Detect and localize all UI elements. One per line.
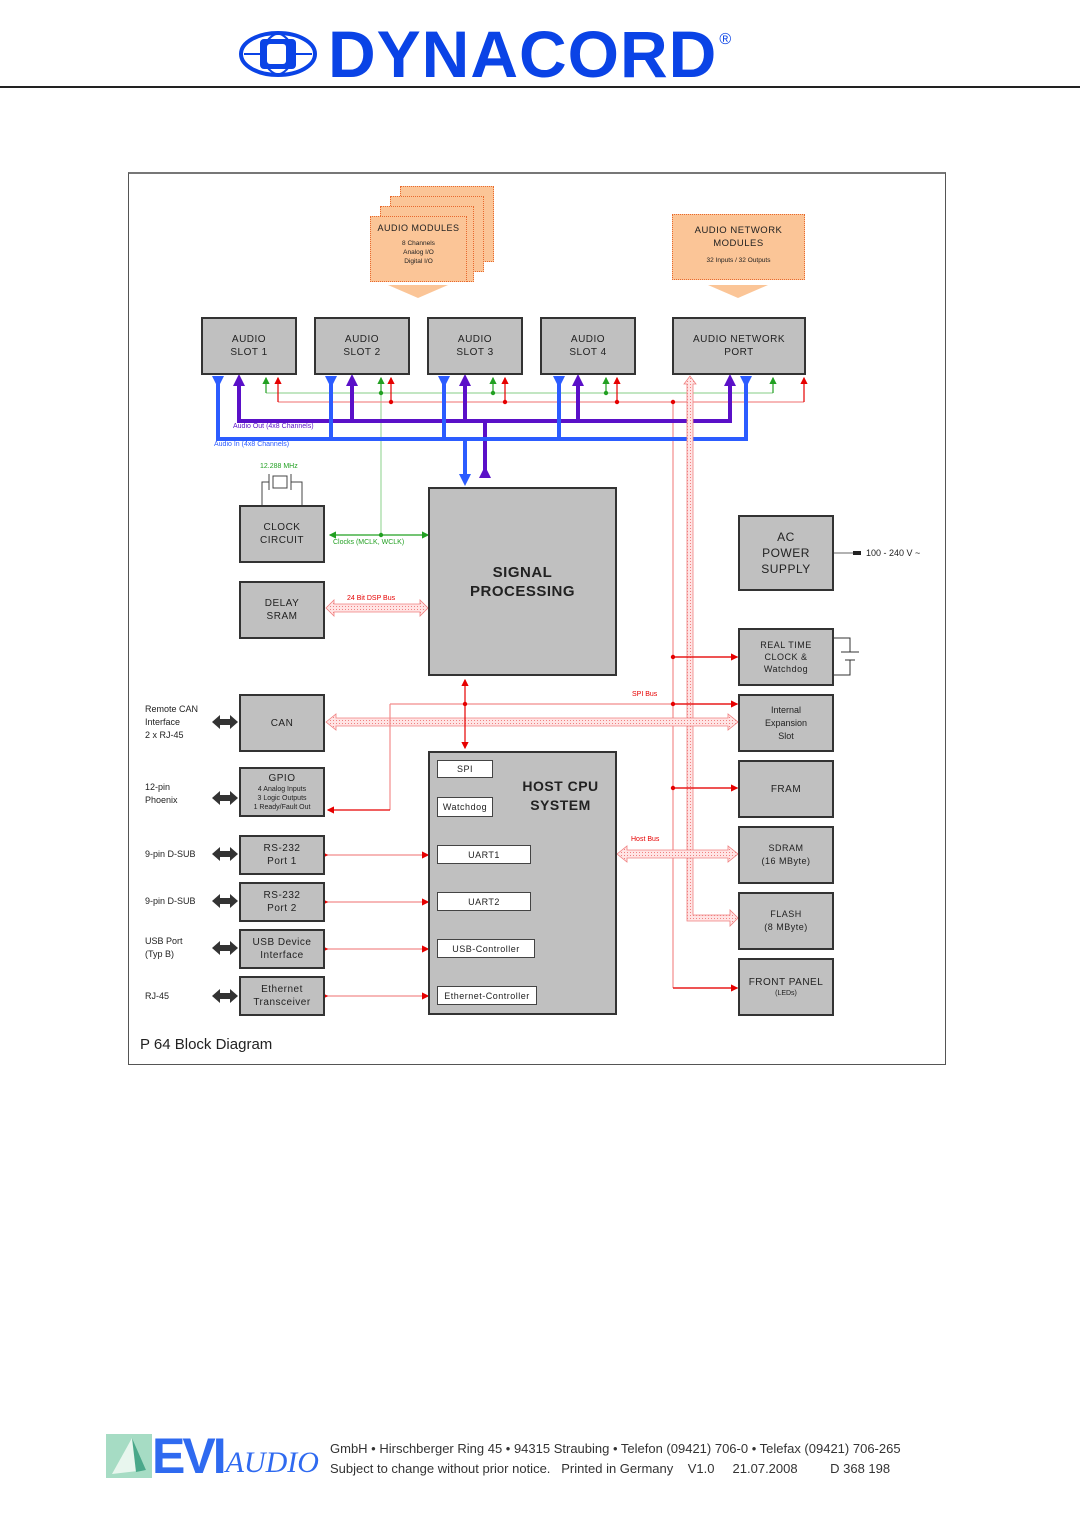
evi-wordmark: EVI — [152, 1428, 227, 1484]
audio-wordmark: AUDIO — [225, 1446, 319, 1479]
rtc-block: REAL TIME CLOCK & Watchdog — [738, 628, 834, 686]
footer-notice-line: Subject to change without prior notice. … — [330, 1461, 890, 1476]
audio-out-label: Audio Out (4x8 Channels) — [233, 423, 314, 430]
dsp-bus-label: 24 Bit DSP Bus — [347, 595, 396, 602]
host-cpu-title: SYSTEM — [530, 797, 591, 813]
audio-slot-1: AUDIO SLOT 1 — [201, 317, 297, 375]
gpio-connector-label: 12-pin Phoenix — [145, 782, 178, 805]
audio-in-label: Audio In (4x8 Channels) — [214, 441, 290, 448]
modules-down-arrow — [388, 285, 448, 298]
audio-out-bus — [237, 385, 732, 478]
footer-printed: Printed in Germany — [561, 1461, 674, 1476]
host-bus-label: Host Bus — [631, 836, 660, 843]
usb-connector-label: USB Port (Typ B) — [145, 936, 183, 959]
footer-notice: Subject to change without prior notice. — [330, 1461, 551, 1476]
host-cpu-title: HOST CPU — [522, 778, 599, 794]
internal-expansion-slot-block: Internal Expansion Slot — [738, 694, 834, 752]
rs232-2-connector-label: 9-pin D-SUB — [145, 896, 196, 906]
host-watchdog: Watchdog — [437, 797, 493, 817]
audio-slot-2: AUDIO SLOT 2 — [314, 317, 410, 375]
audio-slot-4: AUDIO SLOT 4 — [540, 317, 636, 375]
spi-bus-label: SPI Bus — [632, 691, 658, 698]
crystal-frequency-label: 12.288 MHz — [260, 463, 298, 470]
can-block: CAN — [239, 694, 325, 752]
footer-doc-number: D 368 198 — [830, 1461, 891, 1476]
can-expansion-bus — [325, 713, 739, 731]
external-connector-arrows — [212, 715, 238, 1003]
diagram-caption: P 64 Block Diagram — [140, 1036, 273, 1053]
host-uart1: UART1 — [437, 845, 531, 864]
network-modules-title: MODULES — [713, 238, 764, 249]
footer-date: 21.07.2008 — [732, 1461, 798, 1476]
audio-network-modules-block: AUDIO NETWORK MODULES 32 Inputs / 32 Out… — [672, 214, 805, 280]
can-connector-label: Remote CAN Interface 2 x RJ-45 — [145, 704, 199, 740]
host-uart2: UART2 — [437, 892, 531, 911]
front-panel-block: FRONT PANEL (LEDs) — [738, 958, 834, 1016]
dsp-bus — [325, 599, 429, 617]
usb-device-interface-block: USB Device Interface — [239, 929, 325, 969]
host-ethernet-controller: Ethernet-Controller — [437, 986, 537, 1005]
audio-network-port: AUDIO NETWORK PORT — [672, 317, 806, 375]
network-modules-down-arrow — [708, 285, 768, 298]
battery-icon — [833, 637, 859, 676]
host-spi: SPI — [437, 760, 493, 778]
power-input-label: 100 - 240 V ~ — [866, 548, 921, 558]
rs232-port2-block: RS-232 Port 2 — [239, 882, 325, 922]
network-modules-detail: 32 Inputs / 32 Outputs — [706, 257, 771, 264]
clocks-label: Clocks (MCLK, WCLK) — [333, 539, 405, 546]
audio-modules-block: AUDIO MODULES 8 Channels Analog I/O Digi… — [370, 216, 467, 282]
ethernet-transceiver-block: Ethernet Transceiver — [239, 976, 325, 1016]
crystal-icon — [261, 474, 303, 505]
host-usb-controller: USB-Controller — [437, 939, 535, 958]
footer-address: GmbH • Hirschberger Ring 45 • 94315 Stra… — [330, 1441, 901, 1456]
signal-processing-block: SIGNAL PROCESSING — [428, 487, 617, 676]
rs232-1-connector-label: 9-pin D-SUB — [145, 849, 196, 859]
gpio-block: GPIO 4 Analog Inputs 3 Logic Outputs 1 R… — [239, 767, 325, 817]
power-plug-icon — [853, 551, 861, 555]
ac-power-supply-block: AC POWER SUPPLY — [738, 515, 834, 591]
audio-modules-title: AUDIO MODULES — [377, 223, 460, 233]
ethernet-connector-label: RJ-45 — [145, 991, 170, 1001]
audio-modules-detail: Analog I/O — [403, 249, 434, 256]
host-bus-vertical — [683, 375, 739, 927]
rs232-port1-block: RS-232 Port 1 — [239, 835, 325, 875]
clock-circuit-block: CLOCK CIRCUIT — [239, 505, 325, 563]
host-bus-horizontal — [616, 845, 739, 863]
fram-block: FRAM — [738, 760, 834, 818]
evi-pyramid-icon — [106, 1434, 152, 1478]
sdram-block: SDRAM (16 MByte) — [738, 826, 834, 884]
footer-version: V1.0 — [687, 1461, 715, 1476]
audio-slot-3: AUDIO SLOT 3 — [427, 317, 523, 375]
evi-audio-logo: EVI AUDIO — [106, 1428, 319, 1484]
delay-sram-block: DELAY SRAM — [239, 581, 325, 639]
audio-modules-detail: Digital I/O — [404, 258, 433, 265]
network-modules-title: AUDIO NETWORK — [694, 225, 783, 236]
flash-block: FLASH (8 MByte) — [738, 892, 834, 950]
audio-modules-detail: 8 Channels — [402, 240, 435, 247]
host-cpu-block: HOST CPU SYSTEM — [428, 751, 617, 1015]
